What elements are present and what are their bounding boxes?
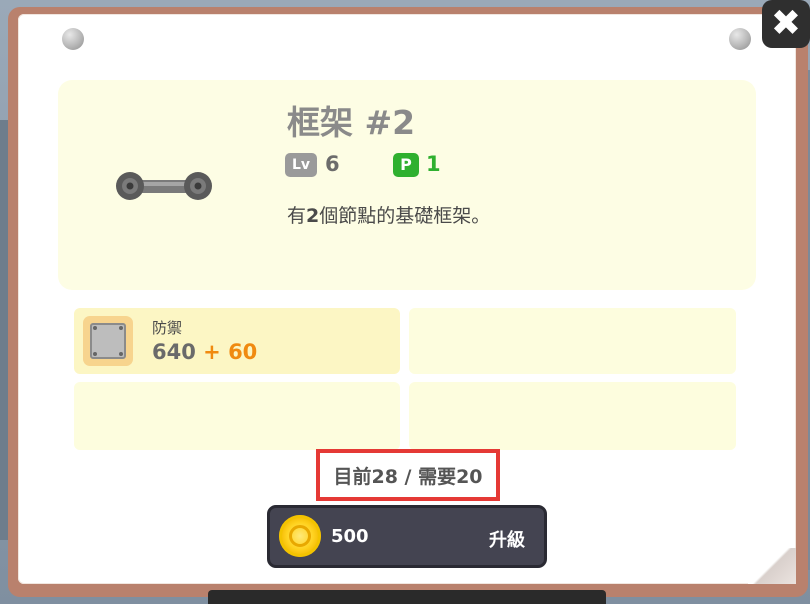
upgrade-label: 升級 xyxy=(489,530,525,551)
description-prefix: 有 xyxy=(287,205,307,227)
points-badge: P xyxy=(393,153,419,177)
rivet-dot xyxy=(119,326,123,330)
coin-icon-ring xyxy=(289,525,311,547)
points-value: 1 xyxy=(426,152,441,176)
upgrade-progress: 目前28 / 需要20 xyxy=(316,449,500,501)
rivet-dot xyxy=(119,352,123,356)
stat-cell-empty xyxy=(409,308,736,374)
description-suffix: 個節點的基礎框架。 xyxy=(319,205,491,227)
level-badge: Lv xyxy=(285,153,317,177)
description-number: 2 xyxy=(306,205,320,227)
frame-two-node-icon xyxy=(116,172,212,200)
close-button[interactable]: ✖ xyxy=(762,0,810,48)
stat-bonus: + 60 xyxy=(203,340,258,364)
stat-cell-empty xyxy=(409,382,736,450)
page-curl xyxy=(748,548,796,584)
rivet-dot xyxy=(93,326,97,330)
stat-value: 640 + 60 xyxy=(152,340,257,364)
bottom-bar xyxy=(208,590,606,604)
pin-icon xyxy=(729,28,751,50)
part-description: 有2個節點的基礎框架。 xyxy=(287,201,490,228)
stat-base: 640 xyxy=(152,340,196,364)
upgrade-cost: 500 xyxy=(331,526,369,547)
part-title: 框架 #2 xyxy=(287,103,416,142)
stat-label: 防禦 xyxy=(152,319,183,337)
stat-cell-empty xyxy=(74,382,400,450)
rivet-dot xyxy=(93,352,97,356)
level-value: 6 xyxy=(325,152,340,176)
pin-icon xyxy=(62,28,84,50)
